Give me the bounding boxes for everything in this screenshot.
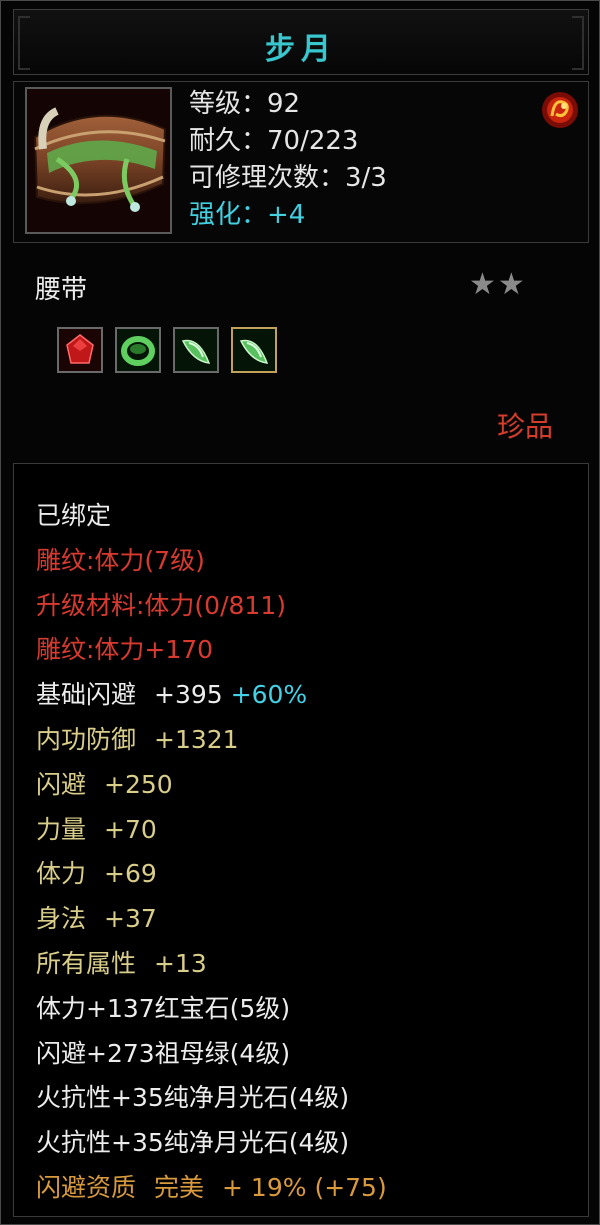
bound-status: 已绑定 (36, 501, 112, 530)
title-bar: 步月 (13, 9, 589, 75)
aptitude-value: + 19% (+75) (222, 1172, 387, 1202)
item-durability: 耐久：70/223 (189, 126, 359, 156)
attributes-list: 已绑定 雕纹:体力(7级) 升级材料:体力(0/811) 雕纹:体力+170 基… (36, 494, 387, 1211)
attribute-row: 身法 +37 (36, 897, 387, 942)
attribute-row: 体力 +69 (36, 852, 387, 897)
item-repair-count: 可修理次数：3/3 (189, 163, 387, 193)
attribute-value: +37 (104, 904, 157, 934)
emerald-gem-icon[interactable] (115, 327, 161, 373)
attribute-value: +250 (104, 769, 173, 799)
item-tooltip: 步月 等级：92 耐久：70/223 可修理次数：3/3 强化：+4 腰带 ★★… (0, 0, 600, 1225)
attribute-label: 内功防御 (36, 724, 137, 754)
item-title: 步月 (265, 32, 337, 67)
attributes-panel: 已绑定 雕纹:体力(7级) 升级材料:体力(0/811) 雕纹:体力+170 基… (13, 463, 589, 1217)
attribute-value: +69 (104, 859, 157, 889)
attribute-row: 内功防御 +1321 (36, 718, 387, 763)
attribute-row: 所有属性 +13 (36, 942, 387, 987)
gem-bonus-row: 体力+137红宝石(5级) (36, 993, 291, 1023)
aptitude-row: 闪避资质 完美 + 19% (+75) (36, 1166, 387, 1211)
fire-emblem-icon (540, 90, 580, 130)
attribute-value: +13 (154, 948, 207, 978)
item-enhance-level: 强化：+4 (189, 200, 306, 230)
base-dodge-label: 基础闪避 (36, 680, 137, 710)
attribute-label: 身法 (36, 904, 87, 934)
base-dodge-percent: +60% (230, 680, 308, 710)
item-slot-type: 腰带 (35, 275, 88, 305)
gem-bonus-row: 火抗性+35纯净月光石(4级) (36, 1083, 350, 1113)
aptitude-rating: 完美 (154, 1172, 205, 1202)
item-stats: 等级：92 耐久：70/223 可修理次数：3/3 强化：+4 (189, 86, 387, 234)
attribute-value: +70 (104, 814, 157, 844)
item-header: 等级：92 耐久：70/223 可修理次数：3/3 强化：+4 (13, 81, 589, 243)
attribute-label: 所有属性 (36, 948, 137, 978)
item-quality: 珍品 (496, 410, 553, 443)
belt-item-icon (25, 87, 172, 234)
attribute-row: 闪避 +250 (36, 763, 387, 808)
moonstone-gem-icon[interactable] (173, 327, 219, 373)
attribute-label: 闪避 (36, 769, 87, 799)
base-dodge-value: +395 (154, 680, 223, 710)
attribute-row: 力量 +70 (36, 808, 387, 853)
attribute-value: +1321 (154, 724, 239, 754)
attribute-label: 体力 (36, 859, 87, 889)
base-dodge-row: 基础闪避 +395 +60% (36, 673, 387, 718)
gem-bonus-row: 闪避+273祖母绿(4级) (36, 1038, 291, 1068)
item-level: 等级：92 (189, 89, 301, 119)
attribute-label: 力量 (36, 814, 87, 844)
upgrade-material: 升级材料:体力(0/811) (36, 590, 286, 620)
engrave-bonus: 雕纹:体力+170 (36, 635, 214, 665)
gem-sockets (57, 327, 277, 373)
star-rating: ★★ (469, 267, 527, 302)
moonstone-gem-icon[interactable] (231, 327, 277, 373)
ruby-gem-icon[interactable] (57, 327, 103, 373)
gem-bonus-row: 火抗性+35纯净月光石(4级) (36, 1128, 350, 1158)
aptitude-label: 闪避资质 (36, 1172, 137, 1202)
engrave-level: 雕纹:体力(7级) (36, 545, 205, 575)
